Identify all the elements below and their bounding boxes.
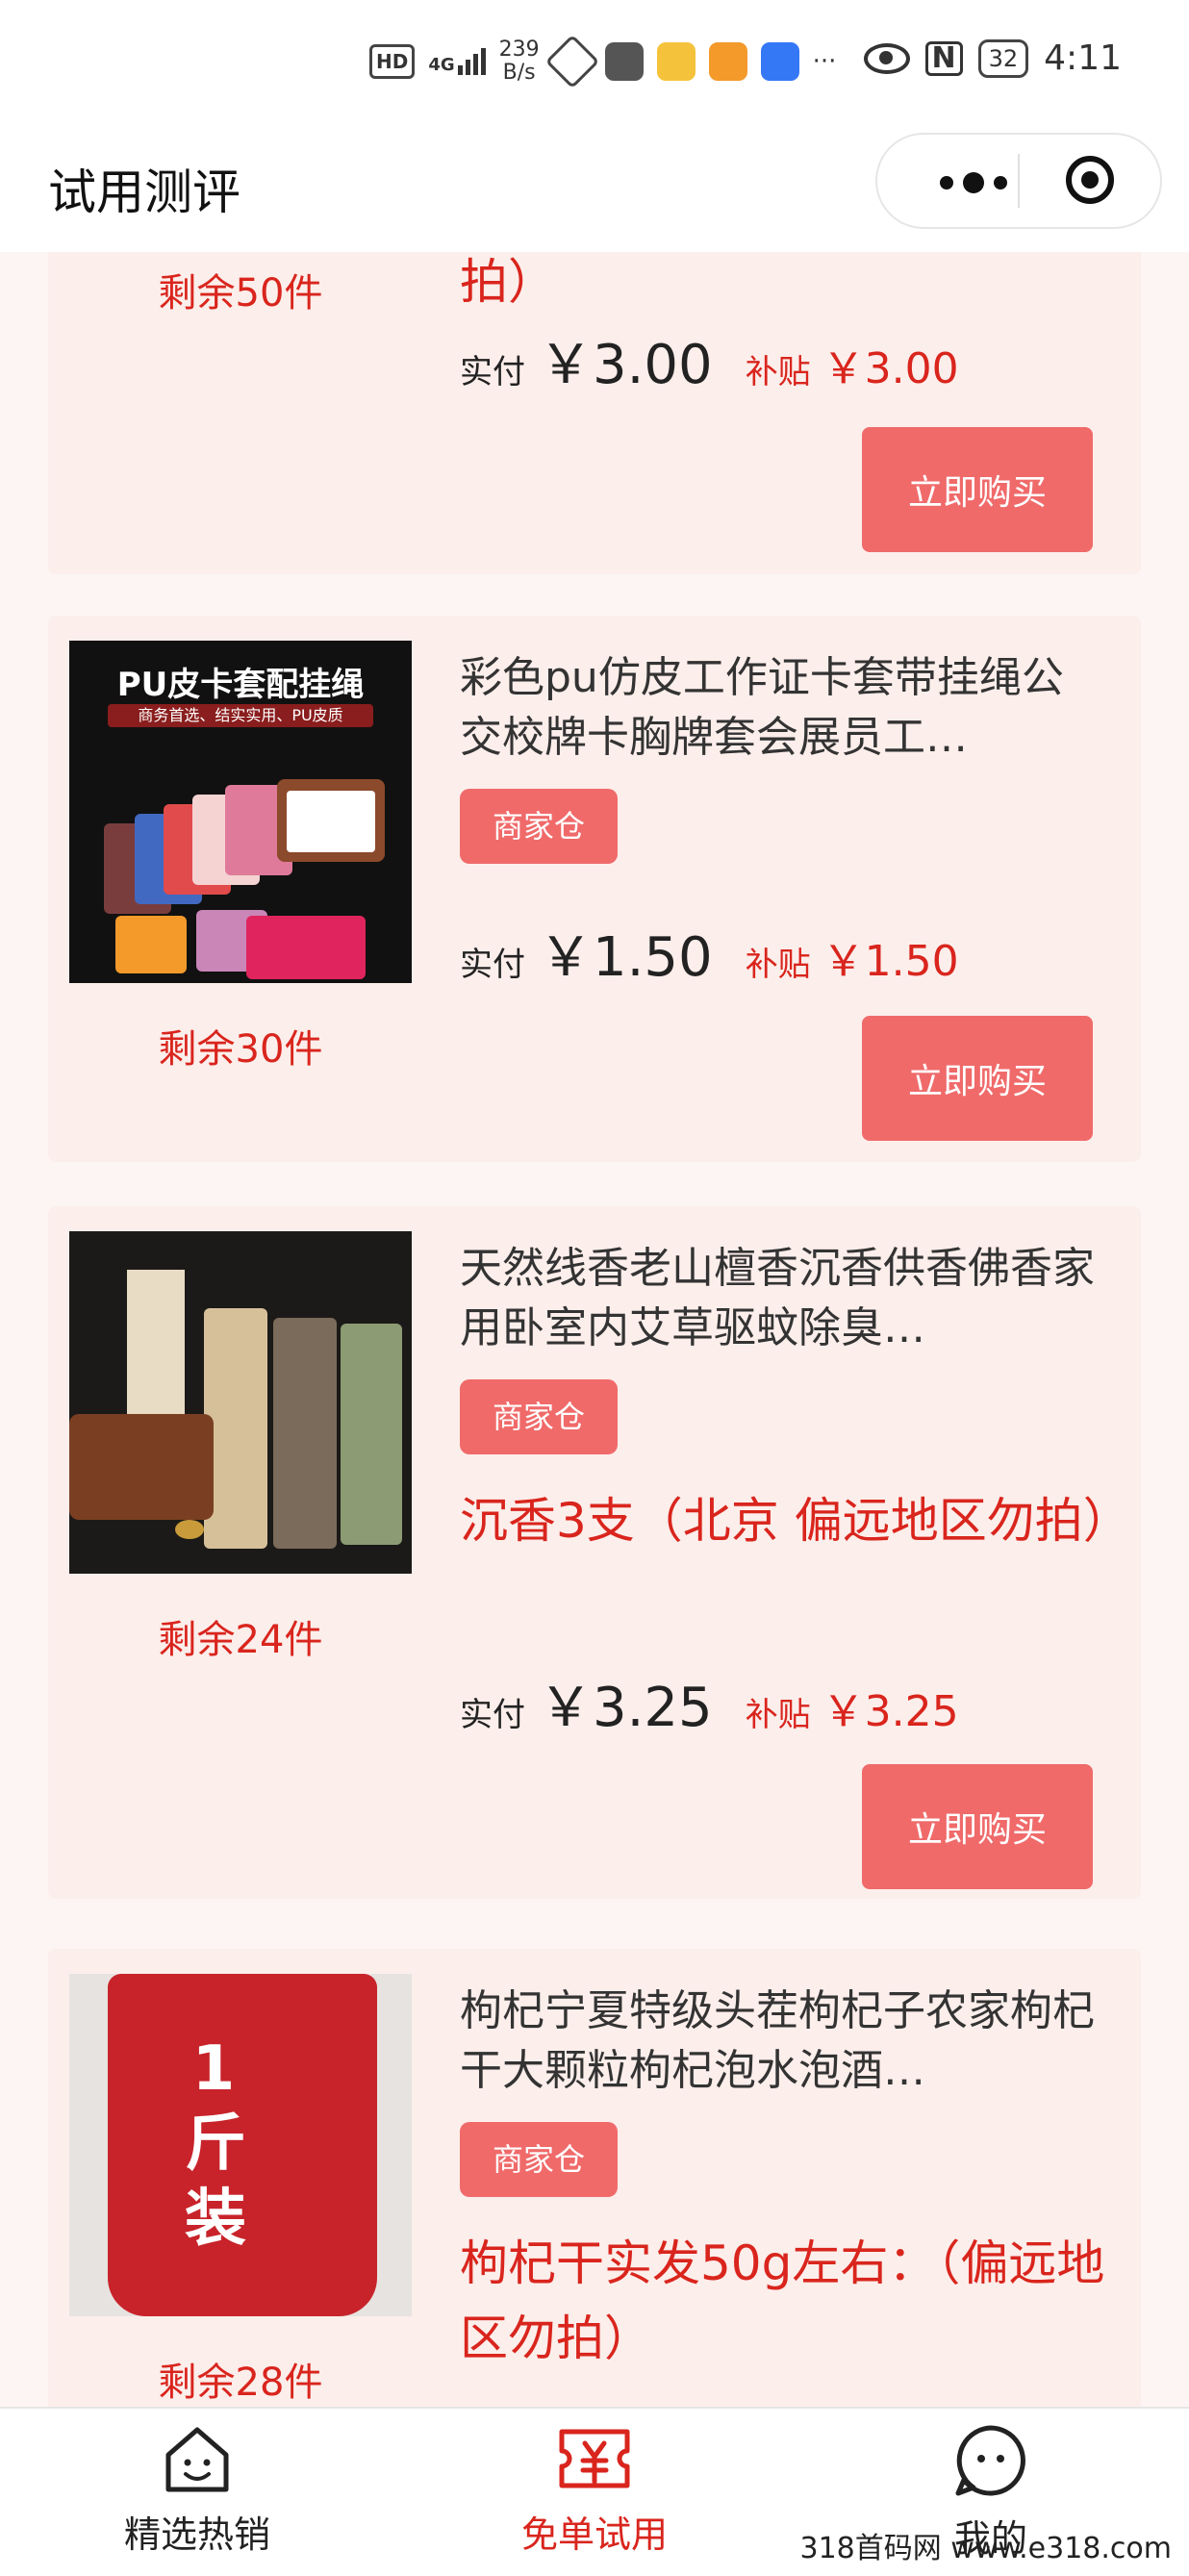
subsidy-label: 补贴 — [745, 1696, 811, 1734]
status-bar: HD 4G 239 B/s ··· N 32 4:11 — [0, 0, 1189, 125]
house-smile-icon — [165, 2427, 229, 2492]
coupon-yen-icon — [559, 2429, 630, 2488]
paid-label: 实付 — [460, 946, 525, 984]
stock-remaining: 剩余28件 — [158, 2361, 323, 2405]
speed-unit: B/s — [502, 61, 536, 85]
product-spec: 枸杞干实发50g左右：（偏远地区勿拍） — [460, 2235, 1105, 2366]
paid-label: 实付 — [460, 353, 525, 391]
nfc-icon: N — [924, 40, 963, 76]
product-image[interactable] — [69, 1231, 412, 1574]
paid-price: ￥1.50 — [539, 926, 713, 989]
bulb-app-icon — [760, 42, 799, 81]
tab-bar: 精选热销 免单试用 我的 318首码网 www.e318.com — [0, 2407, 1189, 2576]
mail-icon — [604, 42, 644, 81]
price-row: 实付 ￥1.50 补贴 ￥1.50 — [460, 914, 959, 992]
status-right: N 32 4:11 — [863, 38, 1122, 78]
card-holder-graphic — [69, 746, 412, 983]
capsule-divider — [1018, 154, 1020, 208]
subsidy-amount: ￥3.00 — [822, 344, 959, 393]
product-title[interactable]: 枸杞宁夏特级头茬枸杞子农家枸杞干大颗粒枸杞泡水泡酒… — [460, 1982, 1095, 2101]
product-card[interactable]: PU皮卡套配挂绳 商务首选、结实实用、PU皮质 剩余30件 彩色pu仿皮工作证卡… — [48, 616, 1141, 1162]
product-spec: 沉香3支（北京 偏远地区勿拍） — [460, 1493, 1131, 1549]
miniprogram-capsule — [875, 133, 1162, 229]
buy-now-button[interactable]: 立即购买 — [862, 427, 1093, 552]
product-spec: 拍） — [460, 254, 556, 310]
subsidy-amount: ￥1.50 — [822, 937, 959, 986]
buy-now-button[interactable]: 立即购买 — [862, 1016, 1093, 1141]
signal-icon: 4G — [428, 48, 486, 75]
tab-hot-picks[interactable]: 精选热销 — [53, 2422, 342, 2566]
battery-icon: 32 — [977, 38, 1029, 78]
product-card[interactable]: 剩余24件 天然线香老山檀香沉香供香佛香家用卧室内艾草驱蚊除臭… 商家仓 沉香3… — [48, 1206, 1141, 1899]
subsidy-label: 补贴 — [745, 353, 811, 391]
product-card[interactable]: 1斤装 剩余28件 枸杞宁夏特级头茬枸杞子农家枸杞干大颗粒枸杞泡水泡酒… 商家仓… — [48, 1949, 1141, 2407]
video-app-icon — [708, 42, 747, 81]
weibo-icon — [656, 42, 696, 81]
paid-price: ￥3.00 — [539, 334, 713, 396]
tab-label: 免单试用 — [520, 2513, 668, 2556]
tab-free-trial[interactable]: 免单试用 — [450, 2422, 739, 2566]
signal-type: 4G — [428, 55, 455, 75]
paid-label: 实付 — [460, 1696, 525, 1734]
more-notifications-icon: ··· — [812, 47, 837, 76]
price-row: 实付 ￥3.25 补贴 ￥3.25 — [460, 1664, 959, 1742]
product-image[interactable]: PU皮卡套配挂绳 商务首选、结实实用、PU皮质 — [69, 641, 412, 983]
navigation-bar: 试用测评 — [0, 125, 1189, 252]
price-row: 实付 ￥3.00 补贴 ￥3.00 — [460, 321, 959, 399]
merchant-warehouse-tag: 商家仓 — [460, 1379, 619, 1454]
tab-label: 精选热销 — [123, 2513, 270, 2556]
stock-remaining: 剩余24件 — [158, 1618, 323, 1662]
product-image[interactable]: 1斤装 — [69, 1974, 412, 2316]
eye-icon — [863, 42, 910, 74]
time: 4:11 — [1044, 38, 1122, 78]
product-image-title: PU皮卡套配挂绳 — [116, 666, 365, 704]
merchant-warehouse-tag: 商家仓 — [460, 2122, 619, 2197]
product-title[interactable]: 彩色pu仿皮工作证卡套带挂绳公交校牌卡胸牌套会展员工… — [460, 648, 1095, 768]
buy-now-button[interactable]: 立即购买 — [862, 1764, 1093, 1889]
stock-remaining: 剩余30件 — [158, 1027, 323, 1072]
merchant-warehouse-tag: 商家仓 — [460, 789, 619, 864]
subsidy-label: 补贴 — [745, 946, 811, 984]
product-image-subtitle: 商务首选、结实实用、PU皮质 — [108, 704, 373, 727]
page-title: 试用测评 — [48, 164, 240, 220]
subsidy-amount: ￥3.25 — [822, 1687, 959, 1736]
status-left: HD 4G 239 B/s ··· — [369, 34, 837, 89]
network-speed: 239 B/s — [499, 38, 540, 85]
close-miniprogram-icon[interactable] — [1066, 156, 1114, 204]
paid-price: ￥3.25 — [539, 1677, 713, 1739]
app-icon-1 — [544, 34, 599, 89]
product-title[interactable]: 天然线香老山檀香沉香供香佛香家用卧室内艾草驱蚊除臭… — [460, 1239, 1095, 1358]
hd-badge: HD — [369, 44, 416, 79]
watermark: 318首码网 www.e318.com — [799, 2532, 1172, 2565]
product-list[interactable]: 拍） 剩余50件 实付 ￥3.00 补贴 ￥3.00 立即购买 PU皮卡套配挂绳… — [0, 252, 1189, 2407]
product-image-badge: 1斤装 — [185, 2033, 246, 2255]
speed-value: 239 — [498, 38, 540, 62]
product-card: 拍） 剩余50件 实付 ￥3.00 补贴 ￥3.00 立即购买 — [48, 252, 1141, 574]
more-menu-icon[interactable] — [916, 164, 1031, 202]
face-bubble-icon — [955, 2425, 1025, 2496]
stock-remaining: 剩余50件 — [158, 271, 323, 316]
